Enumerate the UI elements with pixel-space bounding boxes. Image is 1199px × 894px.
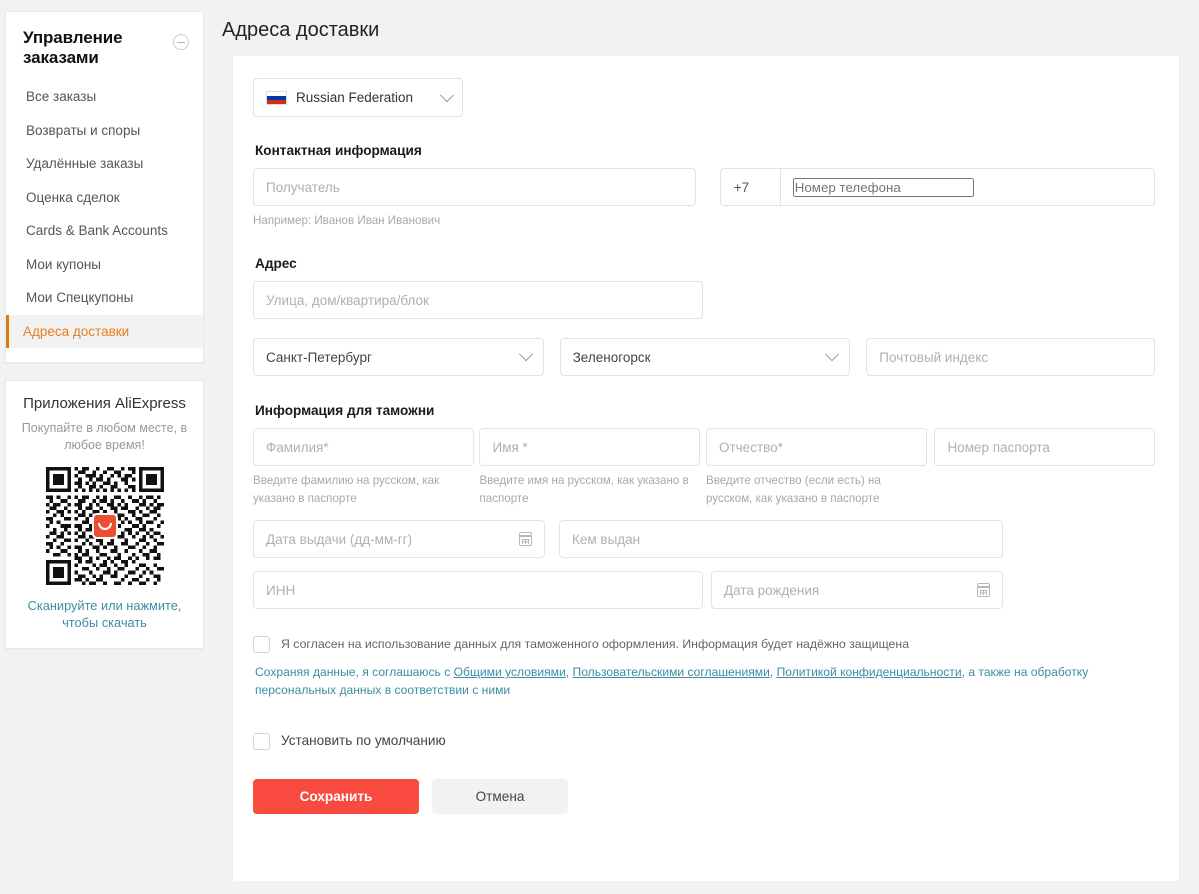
phone-country-code[interactable]: +7 [719, 168, 780, 206]
aliexpress-logo-icon [91, 513, 118, 540]
lastname-field[interactable] [253, 428, 474, 467]
contact-row: Например: Иванов Иван Иванович +7 [253, 168, 1156, 229]
city-select[interactable]: Зеленогорск [559, 338, 851, 377]
country-select[interactable]: Russian Federation [253, 78, 463, 117]
privacy-policy-link[interactable]: Политикой конфиденциальности [777, 665, 962, 679]
patronymic-hint: Введите отчество (если есть) на русском,… [705, 474, 881, 505]
form-actions: Сохранить Отмена [253, 778, 1155, 840]
passport-number-field[interactable] [934, 428, 1155, 467]
region-select-value: Санкт-Петербург [266, 349, 372, 365]
phone-field-group: +7 [719, 168, 1156, 206]
app-promo-card: Приложения AliExpress Покупайте в любом … [5, 380, 204, 649]
birth-date-input[interactable] [724, 572, 969, 609]
customs-consent-checkbox[interactable] [253, 636, 270, 654]
general-terms-link[interactable]: Общими условиями [454, 665, 566, 679]
legal-prefix: Сохраняя данные, я соглашаюсь с [255, 665, 454, 680]
flag-russia-icon [266, 90, 287, 105]
street-field[interactable] [253, 281, 703, 320]
sidebar-item-deal-ratings[interactable]: Оценка сделок [6, 181, 203, 215]
set-default-label: Установить по умолчанию [281, 733, 446, 749]
promo-title: Приложения AliExpress [23, 395, 186, 413]
issue-date-field[interactable] [253, 520, 545, 559]
calendar-icon[interactable] [976, 583, 991, 598]
sidebar-nav-header: Управление заказами [6, 12, 203, 74]
sidebar-item-all-orders[interactable]: Все заказы [6, 80, 203, 114]
birth-date-field[interactable] [711, 571, 1003, 610]
firstname-input[interactable] [492, 429, 688, 466]
phone-number-field[interactable] [779, 168, 1156, 206]
passport-number-input[interactable] [947, 429, 1142, 466]
issued-by-input[interactable] [572, 521, 990, 558]
legal-sep-2: , [769, 665, 777, 680]
chevron-down-icon [439, 87, 455, 102]
phone-number-input[interactable] [792, 177, 974, 197]
sidebar-nav-list: Все заказы Возвраты и споры Удалённые за… [6, 80, 203, 349]
street-input[interactable] [266, 282, 690, 319]
save-button[interactable]: Сохранить [253, 778, 419, 814]
sidebar-item-shipping-addresses[interactable]: Адреса доставки [6, 314, 203, 349]
region-select[interactable]: Санкт-Петербург [253, 338, 544, 377]
page-title: Адреса доставки [222, 19, 380, 41]
patronymic-input[interactable] [718, 429, 914, 466]
user-agreements-link[interactable]: Пользовательскими соглашениями [573, 665, 770, 679]
zip-field[interactable] [866, 338, 1155, 377]
sidebar-item-returns-disputes[interactable]: Возвраты и споры [6, 114, 203, 148]
sidebar-title: Управление заказами [23, 28, 123, 68]
legal-notice: Сохраняя данные, я соглашаюсь с Общими у… [255, 663, 1140, 699]
customs-consent-label: Я согласен на использование данных для т… [281, 637, 910, 652]
sidebar-item-cards-bank-accounts[interactable]: Cards & Bank Accounts [6, 214, 203, 248]
calendar-icon[interactable] [518, 532, 533, 547]
firstname-hint: Введите имя на русском, как указано в па… [479, 474, 689, 505]
lastname-hint: Введите фамилию на русском, как указано … [253, 474, 440, 505]
sidebar-item-deleted-orders[interactable]: Удалённые заказы [6, 147, 203, 181]
customs-names-row: Введите фамилию на русском, как указано … [253, 428, 1155, 507]
address-section-title: Адрес [255, 256, 297, 272]
contact-section-title: Контактная информация [255, 143, 422, 158]
sidebar: Управление заказами Все заказы Возвраты … [5, 11, 204, 649]
chevron-down-icon [825, 347, 840, 362]
passport-issue-row [253, 520, 1155, 559]
recipient-hint: Например: Иванов Иван Иванович [253, 214, 441, 227]
customs-consent-row: Я согласен на использование данных для т… [253, 635, 1155, 654]
address-form-card: Russian Federation Контактная информация… [232, 55, 1180, 881]
sidebar-item-my-coupons[interactable]: Мои купоны [6, 248, 203, 282]
issue-date-input[interactable] [266, 521, 511, 558]
promo-subtitle: Покупайте в любом месте, в любое время! [21, 421, 188, 453]
zip-input[interactable] [879, 339, 1142, 376]
customs-section-title: Информация для таможни [255, 403, 435, 419]
set-default-checkbox[interactable] [253, 733, 270, 751]
inn-input[interactable] [266, 572, 690, 609]
inn-birth-row [253, 571, 1155, 610]
set-default-row: Установить по умолчанию [253, 732, 1155, 751]
main-content: Адреса доставки Russian Federation Конта… [220, 0, 1199, 894]
firstname-field[interactable] [479, 428, 701, 467]
qr-code-icon[interactable] [45, 467, 164, 586]
patronymic-field[interactable] [705, 428, 927, 467]
country-select-value: Russian Federation [296, 90, 414, 105]
region-city-zip-row: Санкт-Петербург Зеленогорск [253, 338, 1155, 377]
legal-sep-1: , [565, 665, 573, 680]
cancel-button[interactable]: Отмена [432, 778, 568, 814]
city-select-value: Зеленогорск [572, 349, 651, 365]
chevron-down-icon [518, 347, 533, 362]
inn-field[interactable] [253, 571, 703, 610]
recipient-input[interactable] [266, 169, 684, 205]
sidebar-nav-card: Управление заказами Все заказы Возвраты … [5, 11, 204, 364]
issued-by-field[interactable] [559, 520, 1003, 559]
minus-circle-icon[interactable] [173, 34, 189, 50]
download-app-link[interactable]: Сканируйте или нажмите, чтобы скачать [16, 597, 193, 632]
sidebar-item-my-special-coupons[interactable]: Мои Спецкупоны [6, 281, 203, 315]
app-root: Управление заказами Все заказы Возвраты … [0, 0, 1199, 894]
recipient-field[interactable] [253, 168, 697, 206]
lastname-input[interactable] [266, 429, 461, 466]
